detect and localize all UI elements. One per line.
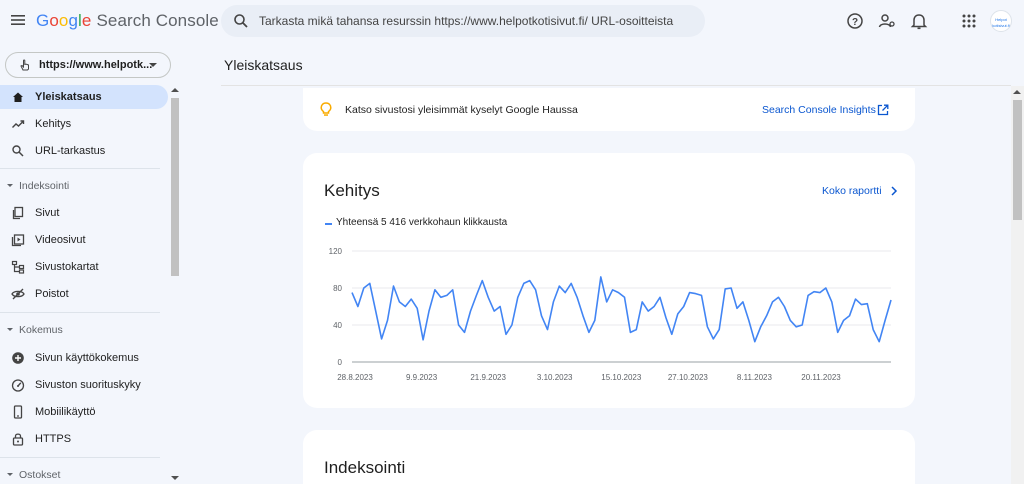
- indexing-card: Indeksointi: [303, 430, 915, 484]
- scroll-down-arrow-icon[interactable]: [171, 476, 179, 480]
- top-bar: GoogleSearch Console ? Helpot kotisivut.…: [0, 0, 1024, 42]
- x-tick-label: 15.10.2023: [601, 373, 642, 382]
- sidebar-item-overview[interactable]: Yleiskatsaus: [0, 85, 168, 109]
- manage-users-icon[interactable]: [877, 11, 897, 31]
- x-tick-label: 28.8.2023: [337, 373, 373, 382]
- property-selector[interactable]: https://www.helpotk...: [5, 52, 171, 78]
- sidebar-item-core-web-vitals[interactable]: Sivuston suorituskyky: [0, 373, 168, 397]
- page-experience-icon: [11, 351, 25, 365]
- home-icon: [11, 90, 25, 104]
- x-tick-label: 20.11.2023: [801, 373, 841, 382]
- search-icon: [11, 144, 25, 158]
- section-shopping[interactable]: Ostokset: [0, 465, 168, 484]
- product-name: Search Console: [96, 11, 219, 30]
- sitemaps-icon: [11, 260, 25, 274]
- removals-icon: [11, 287, 25, 301]
- lightbulb-icon: [320, 102, 332, 122]
- caret-down-icon: [7, 473, 13, 476]
- performance-card: Kehitys Koko raportti Yhteensä 5 416 ver…: [303, 153, 915, 408]
- sidebar-item-url-inspection[interactable]: URL-tarkastus: [0, 139, 168, 163]
- search-input[interactable]: [259, 5, 689, 37]
- help-icon[interactable]: ?: [845, 11, 865, 31]
- trending-icon: [11, 117, 25, 131]
- chevron-down-icon: [149, 63, 157, 67]
- lock-icon: [11, 432, 25, 446]
- url-inspection-search: [221, 5, 705, 37]
- sidebar-item-removals[interactable]: Poistot: [0, 282, 168, 306]
- section-indexing[interactable]: Indeksointi: [0, 176, 168, 196]
- video-pages-icon: [11, 233, 25, 247]
- x-tick-label: 3.10.2023: [537, 373, 573, 382]
- mobile-icon: [11, 405, 25, 419]
- scroll-up-arrow-icon[interactable]: [171, 88, 179, 92]
- main-scrollbar-thumb[interactable]: [1013, 100, 1022, 220]
- divider: [0, 457, 160, 458]
- search-icon[interactable]: [233, 13, 249, 34]
- hamburger-menu-icon[interactable]: [8, 10, 28, 30]
- caret-down-icon: [7, 184, 13, 187]
- caret-down-icon: [7, 328, 13, 331]
- series-line: [351, 276, 892, 343]
- x-tick-label: 27.10.2023: [668, 373, 709, 382]
- indexing-card-title: Indeksointi: [324, 458, 406, 477]
- sidebar-item-video-pages[interactable]: Videosivut: [0, 228, 168, 252]
- y-tick-label: 40: [333, 321, 342, 330]
- x-tick-label: 21.9.2023: [470, 373, 506, 382]
- notifications-icon[interactable]: [909, 11, 929, 31]
- sidebar-scrollbar-thumb[interactable]: [171, 98, 179, 276]
- page-title: Yleiskatsaus: [224, 57, 303, 73]
- insights-card: Katso sivustosi yleisimmät kyselyt Googl…: [303, 88, 915, 131]
- core-web-vitals-icon: [11, 378, 25, 392]
- x-tick-label: 8.11.2023: [737, 373, 773, 382]
- search-console-insights-link[interactable]: Search Console Insights: [762, 104, 876, 116]
- pages-icon: [11, 206, 25, 220]
- sidebar-item-page-experience[interactable]: Sivun käyttökokemus: [0, 346, 168, 370]
- insight-text: Katso sivustosi yleisimmät kyselyt Googl…: [345, 104, 578, 116]
- apps-grid-icon[interactable]: [959, 11, 979, 31]
- scroll-up-arrow-icon[interactable]: [1013, 90, 1021, 94]
- sidebar-item-https[interactable]: HTTPS: [0, 427, 168, 451]
- search-console-logo[interactable]: Google Search Console: [36, 11, 219, 31]
- section-experience[interactable]: Kokemus: [0, 320, 168, 340]
- hand-pointer-icon: [18, 58, 32, 77]
- y-tick-label: 80: [333, 284, 342, 293]
- y-tick-label: 120: [329, 247, 343, 256]
- sidebar-item-sitemaps[interactable]: Sivustokartat: [0, 255, 168, 279]
- x-tick-label: 9.9.2023: [406, 373, 438, 382]
- sidebar-item-performance[interactable]: Kehitys: [0, 112, 168, 136]
- svg-text:?: ?: [852, 17, 858, 28]
- sidebar: Yleiskatsaus Kehitys URL-tarkastus Indek…: [0, 84, 181, 484]
- clicks-line-chart[interactable]: 0 40 80 120 28.8.2023 9.9.2023 21.9.2023 3.10.2…: [303, 153, 915, 408]
- y-tick-label: 0: [338, 358, 343, 367]
- divider: [0, 312, 160, 313]
- sidebar-item-mobile-usability[interactable]: Mobiilikäyttö: [0, 400, 168, 424]
- divider: [0, 168, 160, 169]
- property-label: https://www.helpotk...: [39, 59, 153, 71]
- sidebar-item-pages[interactable]: Sivut: [0, 201, 168, 225]
- open-in-new-icon[interactable]: [877, 103, 889, 121]
- avatar[interactable]: Helpot kotisivut.fi: [990, 10, 1012, 32]
- divider: [221, 85, 1011, 86]
